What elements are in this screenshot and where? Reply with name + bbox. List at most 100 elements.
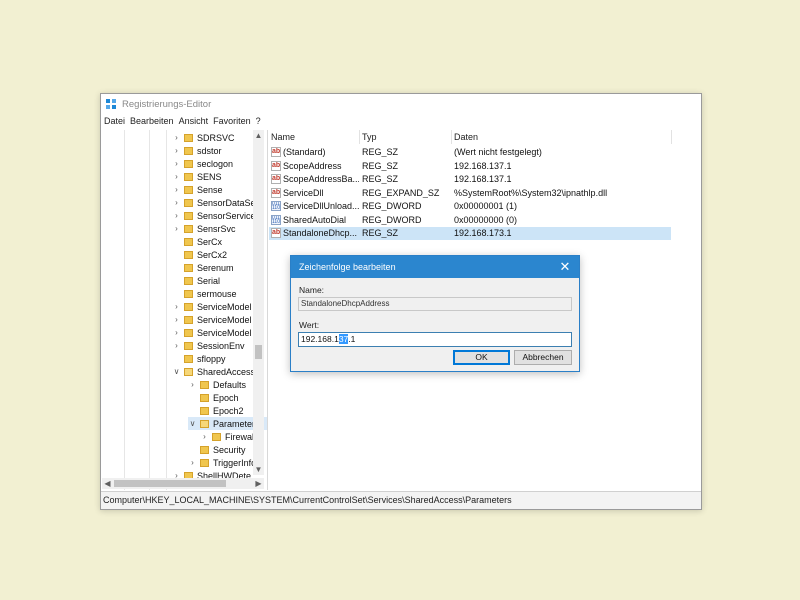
tree-node[interactable]: › ServiceModel (172, 326, 252, 339)
tree-node-label: ServiceModel (197, 314, 252, 325)
column-header-name[interactable]: Name (271, 132, 295, 142)
list-row[interactable]: ab ScopeAddress REG_SZ 192.168.137.1 (269, 160, 671, 173)
column-header-type[interactable]: Typ (362, 132, 377, 142)
tree-node[interactable]: Epoch2 (188, 404, 244, 417)
name-label: Name: (299, 285, 325, 295)
tree-node-label: SharedAccess (197, 366, 256, 377)
dialog-title-bar[interactable]: Zeichenfolge bearbeiten ✕ (291, 256, 579, 278)
folder-icon (200, 445, 209, 454)
tree-node-label: ServiceModel (197, 327, 252, 338)
tree-node[interactable]: sermouse (172, 287, 237, 300)
chevron-right-icon[interactable]: › (188, 380, 197, 389)
pane-splitter[interactable] (267, 130, 268, 490)
list-row[interactable]: ab StandaloneDhcp... REG_SZ 192.168.173.1 (269, 227, 671, 240)
tree-node[interactable]: ∨ SharedAccess (172, 365, 255, 378)
folder-icon (184, 198, 193, 207)
menu-help[interactable]: ? (256, 116, 261, 128)
scroll-right-icon[interactable]: ▶ (253, 478, 264, 489)
cell-name: (Standard) (283, 147, 326, 157)
list-row[interactable]: ab ScopeAddressBa... REG_SZ 192.168.137.1 (269, 173, 671, 186)
column-header-data[interactable]: Daten (454, 132, 478, 142)
tree-node[interactable]: Security (188, 443, 246, 456)
tree-node[interactable]: › SensrSvc (172, 222, 235, 235)
tree-node[interactable]: › SensorService (172, 209, 255, 222)
tree-node[interactable]: › Defaults (188, 378, 246, 391)
ok-button[interactable]: OK (453, 350, 510, 365)
chevron-right-icon[interactable]: › (172, 172, 181, 181)
tree-node[interactable]: › SDRSVC (172, 131, 234, 144)
folder-icon (212, 432, 221, 441)
chevron-down-icon[interactable]: ∨ (172, 367, 181, 376)
string-value-icon: ab (271, 147, 281, 157)
scroll-thumb[interactable] (255, 345, 262, 359)
list-row[interactable]: 011 110 ServiceDllUnload... REG_DWORD 0x0000… (269, 200, 671, 213)
cell-data: %SystemRoot%\System32\ipnathlp.dll (454, 187, 608, 198)
tree-node-label: sfloppy (197, 353, 226, 364)
value-text-selected: 37 (338, 334, 349, 344)
chevron-right-icon[interactable]: › (172, 146, 181, 155)
tree-node[interactable]: Epoch (188, 391, 239, 404)
list-row[interactable]: ab (Standard) REG_SZ (Wert nicht festgelegt… (269, 146, 671, 159)
list-header: Name Typ Daten (269, 130, 699, 144)
tree-node[interactable]: › ServiceModel (172, 313, 252, 326)
column-divider[interactable] (671, 130, 672, 144)
menu-datei[interactable]: Datei (104, 116, 125, 128)
column-divider[interactable] (359, 130, 360, 144)
cell-type: REG_SZ (362, 147, 399, 157)
tree-node[interactable]: › ServiceModel (172, 300, 251, 313)
chevron-right-icon[interactable]: › (172, 133, 181, 142)
value-field[interactable]: 192.168.137.1 (298, 332, 572, 347)
chevron-right-icon[interactable]: › (172, 224, 181, 233)
column-divider[interactable] (451, 130, 452, 144)
value-text-before: 192.168.1 (301, 334, 339, 344)
tree-node[interactable]: › Firewal (200, 430, 254, 443)
scroll-thumb[interactable] (114, 480, 226, 487)
tree-node[interactable]: › TriggerInfo (188, 456, 256, 469)
scroll-left-icon[interactable]: ◀ (102, 478, 113, 489)
tree-node[interactable]: Serial (172, 274, 220, 287)
tree-node[interactable]: › SensorDataSe (172, 196, 255, 209)
scroll-down-icon[interactable]: ▼ (253, 464, 264, 475)
chevron-right-icon[interactable]: › (200, 432, 209, 441)
registry-tree[interactable]: › SDRSVC › sdstor › seclogon › SENS › Sense › Senso… (102, 130, 267, 490)
tree-node[interactable]: SerCx2 (172, 248, 227, 261)
string-value-icon: ab (271, 228, 281, 238)
chevron-down-icon[interactable]: ∨ (188, 419, 197, 428)
tree-node[interactable]: sfloppy (172, 352, 226, 365)
folder-icon (184, 211, 193, 220)
list-row[interactable]: 011 110 SharedAutoDial REG_DWORD 0x00000000 … (269, 214, 671, 227)
tree-node-label: SerCx (197, 236, 223, 247)
cell-name: ScopeAddress (283, 160, 342, 171)
menu-ansicht[interactable]: Ansicht (179, 116, 209, 128)
scroll-up-icon[interactable]: ▲ (253, 130, 264, 141)
chevron-right-icon[interactable]: › (172, 159, 181, 168)
cell-data: 192.168.137.1 (454, 174, 512, 184)
menu-favoriten[interactable]: Favoriten (213, 116, 251, 128)
tree-node[interactable]: › seclogon (172, 157, 233, 170)
chevron-right-icon[interactable]: › (172, 328, 181, 337)
close-icon[interactable]: ✕ (551, 256, 579, 278)
chevron-right-icon[interactable]: › (172, 315, 181, 324)
tree-guide-line (149, 130, 150, 490)
name-field: StandaloneDhcpAddress (298, 297, 572, 311)
chevron-right-icon[interactable]: › (172, 341, 181, 350)
list-row[interactable]: ab ServiceDll REG_EXPAND_SZ %SystemRoot%\Sy… (269, 187, 671, 200)
tree-node[interactable]: › SessionEnv (172, 339, 244, 352)
chevron-right-icon[interactable]: › (172, 302, 181, 311)
tree-node[interactable]: › Sense (172, 183, 222, 196)
chevron-right-icon[interactable]: › (188, 458, 197, 467)
tree-node[interactable]: Serenum (172, 261, 234, 274)
tree-vertical-scrollbar[interactable]: ▲ ▼ (253, 130, 264, 475)
title-bar[interactable]: Registrierungs-Editor (101, 94, 701, 114)
tree-node[interactable]: SerCx (172, 235, 222, 248)
tree-node[interactable]: › SENS (172, 170, 221, 183)
cell-type: REG_SZ (362, 160, 399, 171)
menu-bearbeiten[interactable]: Bearbeiten (130, 116, 174, 128)
chevron-right-icon[interactable]: › (172, 185, 181, 194)
chevron-right-icon[interactable]: › (172, 198, 181, 207)
cell-name: SharedAutoDial (283, 214, 347, 225)
cancel-button[interactable]: Abbrechen (514, 350, 572, 365)
tree-node[interactable]: › sdstor (172, 144, 221, 157)
tree-horizontal-scrollbar[interactable]: ◀ ▶ (102, 478, 264, 489)
chevron-right-icon[interactable]: › (172, 211, 181, 220)
